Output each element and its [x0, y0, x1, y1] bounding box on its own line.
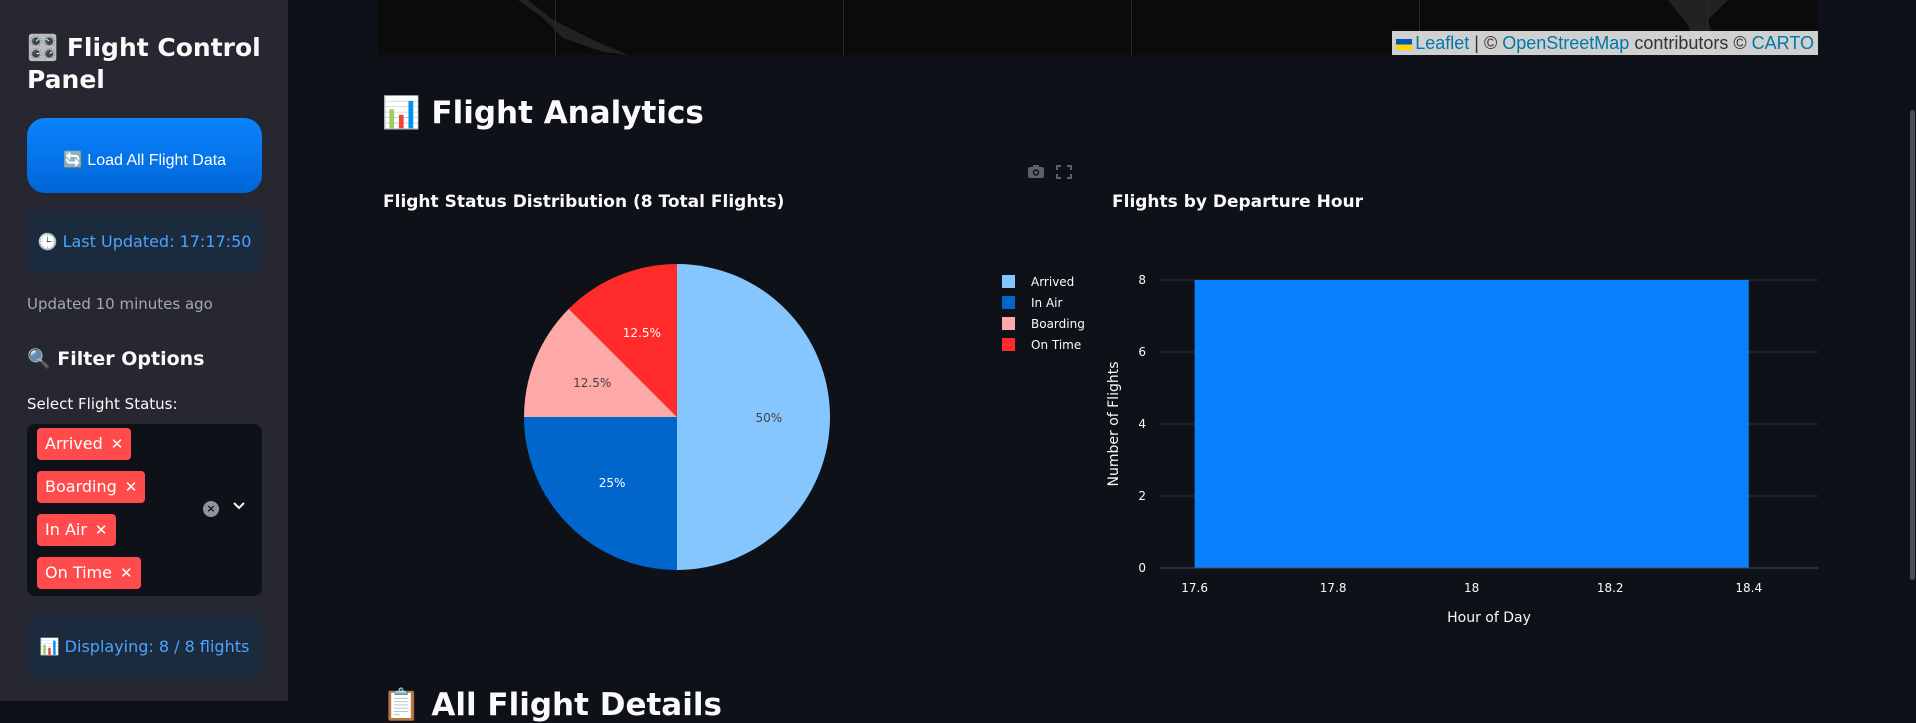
carto-link[interactable]: CARTO [1752, 33, 1814, 53]
y-axis-title: Number of Flights [1106, 361, 1122, 486]
legend-label[interactable]: Arrived [1031, 275, 1074, 289]
bar-hour-18[interactable] [1194, 280, 1749, 568]
map-grid-line [843, 0, 844, 55]
flight-map[interactable]: Leaflet | © OpenStreetMap contributors ©… [378, 0, 1818, 55]
page-scrollbar-thumb[interactable] [1910, 110, 1915, 580]
x-tick-label: 17.8 [1320, 581, 1347, 595]
remove-tag-icon[interactable]: ✕ [95, 521, 108, 539]
map-attribution: Leaflet | © OpenStreetMap contributors ©… [1392, 31, 1818, 55]
pie-legend: Arrived In Air Boarding On Time [1002, 275, 1085, 352]
status-tag-on-time[interactable]: On Time ✕ [37, 557, 141, 589]
sidebar-title: 🎛️ Flight Control Panel [27, 33, 261, 94]
status-pie-chart: 50% 25% 12.5% 12.5% [524, 264, 830, 570]
status-tag-boarding[interactable]: Boarding ✕ [37, 471, 146, 503]
last-updated-info: 🕒 Last Updated: 17:17:50 [27, 210, 262, 273]
status-tag-arrived[interactable]: Arrived ✕ [37, 428, 132, 460]
legend-label[interactable]: On Time [1031, 338, 1081, 352]
flight-details-heading: 📋 All Flight Details [382, 687, 722, 723]
y-tick-label: 4 [1138, 417, 1146, 431]
status-multiselect[interactable]: Arrived ✕ Boarding ✕ In Air ✕ On Time ✕ × [27, 424, 262, 596]
status-select-label: Select Flight Status: [27, 395, 178, 413]
load-flight-data-button[interactable]: 🔄 Load All Flight Data [27, 118, 262, 193]
pie-percent-label: 12.5% [623, 326, 661, 340]
chart-modebar [1028, 165, 1072, 179]
x-tick-label: 18 [1464, 581, 1479, 595]
legend-swatch[interactable] [1002, 338, 1015, 351]
leaflet-link[interactable]: Leaflet [1415, 33, 1469, 53]
x-tick-label: 18.2 [1597, 581, 1624, 595]
y-tick-label: 2 [1138, 489, 1146, 503]
legend-swatch[interactable] [1002, 317, 1015, 330]
pie-percent-label: 50% [755, 411, 782, 425]
y-tick-label: 6 [1138, 345, 1146, 359]
ukraine-flag-icon [1396, 38, 1413, 50]
departure-hour-bar-chart: 0 2 4 6 8 17.6 17.8 18 18.2 18.4 Hour of Day Number… [1106, 273, 1818, 626]
remove-tag-icon[interactable]: ✕ [125, 478, 138, 496]
legend-label[interactable]: Boarding [1031, 317, 1085, 331]
pie-percent-label: 25% [599, 476, 626, 490]
displaying-count-info: 📊 Displaying: 8 / 8 flights [27, 615, 262, 678]
y-tick-label: 0 [1138, 561, 1146, 575]
flight-analytics-heading: 📊 Flight Analytics [382, 95, 704, 131]
status-tag-in-air[interactable]: In Air ✕ [37, 514, 116, 546]
x-axis-title: Hour of Day [1447, 610, 1531, 626]
pie-slice-arrived[interactable] [677, 264, 830, 570]
pie-chart-title: Flight Status Distribution (8 Total Flig… [383, 192, 785, 212]
remove-tag-icon[interactable]: ✕ [120, 564, 133, 582]
pie-percent-label: 12.5% [573, 376, 611, 390]
map-grid-line [1131, 0, 1132, 55]
clear-all-icon[interactable]: × [203, 501, 219, 517]
bar-chart-title: Flights by Departure Hour [1112, 192, 1363, 212]
y-tick-label: 8 [1138, 273, 1146, 287]
x-tick-label: 18.4 [1735, 581, 1762, 595]
pie-slice-in-air[interactable] [524, 417, 677, 570]
fullscreen-icon[interactable] [1056, 165, 1072, 179]
legend-label[interactable]: In Air [1031, 296, 1063, 310]
camera-icon[interactable] [1028, 165, 1044, 178]
map-grid-line [555, 0, 556, 55]
x-tick-label: 17.6 [1181, 581, 1208, 595]
openstreetmap-link[interactable]: OpenStreetMap [1502, 33, 1629, 53]
legend-swatch[interactable] [1002, 275, 1015, 288]
legend-swatch[interactable] [1002, 296, 1015, 309]
sidebar: 🎛️ Flight Control Panel 🔄 Load All Fligh… [0, 0, 288, 701]
filter-heading: 🔍 Filter Options [27, 348, 205, 370]
updated-ago-text: Updated 10 minutes ago [27, 295, 213, 313]
remove-tag-icon[interactable]: ✕ [111, 435, 124, 453]
chevron-down-icon[interactable] [230, 497, 248, 515]
